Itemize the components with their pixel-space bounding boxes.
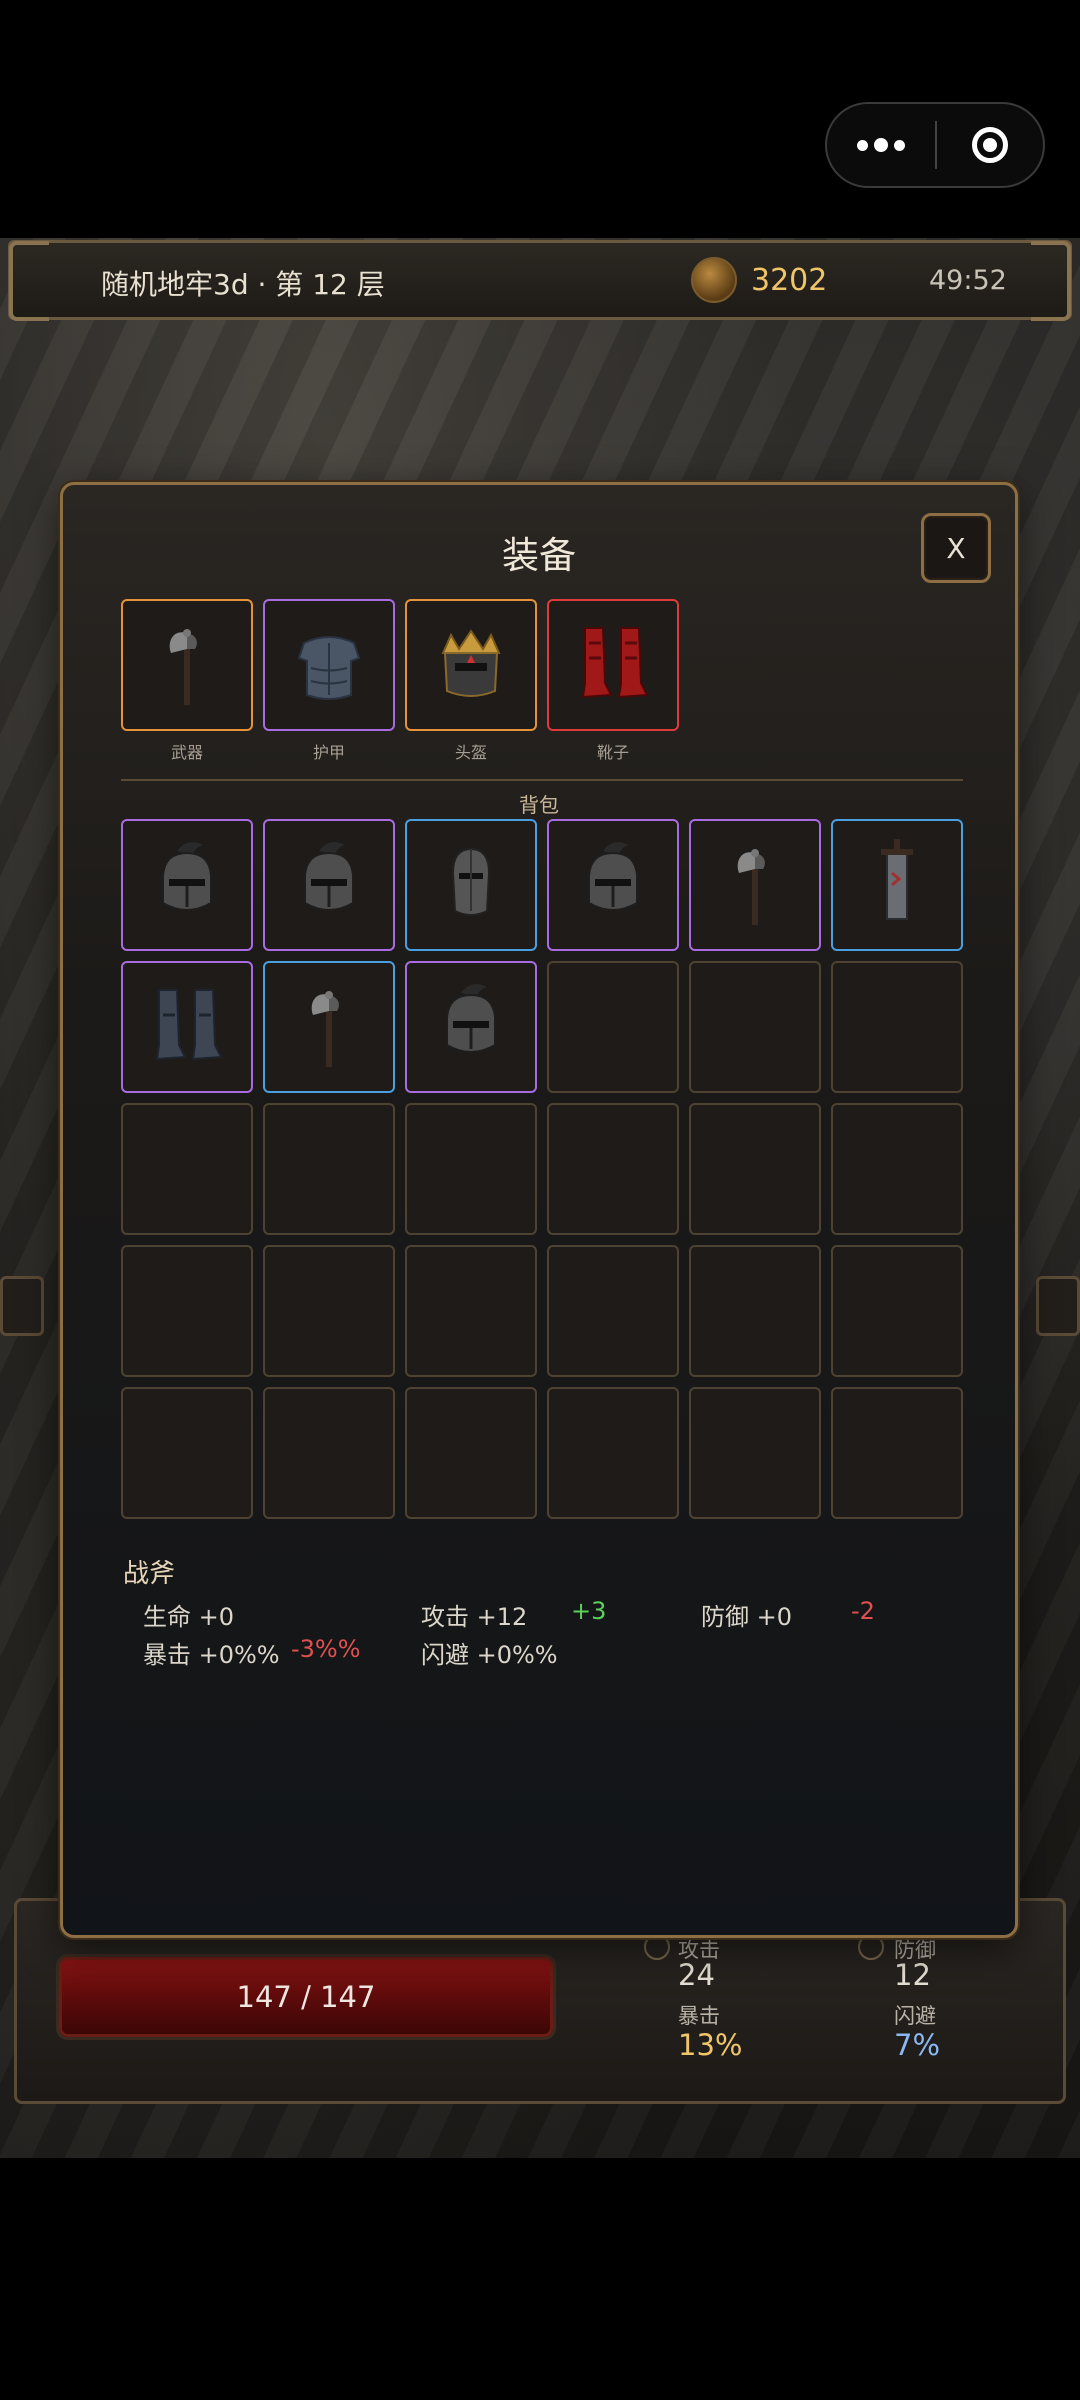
dot-icon xyxy=(857,139,868,151)
backpack-slot-empty[interactable] xyxy=(831,1103,963,1235)
crit-value: 13% xyxy=(678,2028,743,2062)
armor-icon xyxy=(279,613,379,717)
axe-icon xyxy=(137,613,237,717)
item-name: 战斧 xyxy=(123,1559,176,1589)
frame-corner xyxy=(9,241,49,321)
stat-defense-delta: -2 xyxy=(851,1597,875,1625)
dodge-value: 7% xyxy=(894,2028,941,2062)
stat-crit: 暴击 +0%% xyxy=(143,1641,280,1669)
equipped-slot-label: 武器 xyxy=(170,743,203,762)
stat-attack-delta: +3 xyxy=(571,1597,607,1625)
equipped-slot[interactable] xyxy=(405,599,537,731)
miniprogram-capsule xyxy=(825,102,1045,188)
steel-boots-icon xyxy=(137,975,237,1079)
sword-icon xyxy=(847,833,947,937)
backpack-slot-empty[interactable] xyxy=(547,1245,679,1377)
hp-bar: 147 / 147 xyxy=(56,1954,556,2040)
timer: 49:52 xyxy=(929,265,1007,296)
backpack-slot-empty[interactable] xyxy=(689,1387,821,1519)
backpack-slot-empty[interactable] xyxy=(405,1103,537,1235)
backpack-slot-empty[interactable] xyxy=(689,1245,821,1377)
backpack-item[interactable] xyxy=(547,819,679,951)
plumed-helmet-icon xyxy=(421,975,521,1079)
plumed-helmet-icon xyxy=(563,833,663,937)
backpack-slot-empty[interactable] xyxy=(263,1245,395,1377)
stat-crit-delta: -3%% xyxy=(291,1635,361,1663)
defense-value: 12 xyxy=(894,1958,931,1992)
equipped-slot[interactable] xyxy=(121,599,253,731)
backpack-item[interactable] xyxy=(263,819,395,951)
backpack-slot-empty[interactable] xyxy=(831,1245,963,1377)
backpack-item[interactable] xyxy=(831,819,963,951)
knight-helmet-icon xyxy=(421,833,521,937)
more-menu-button[interactable] xyxy=(827,104,935,186)
hp-text: 147 / 147 xyxy=(236,1980,376,2014)
stat-dodge: 闪避 +0%% xyxy=(421,1641,558,1669)
backpack-slot-empty[interactable] xyxy=(405,1387,537,1519)
frame-ornament xyxy=(1036,1276,1080,1336)
backpack-item[interactable] xyxy=(689,819,821,951)
axe-icon xyxy=(705,833,805,937)
backpack-item[interactable] xyxy=(121,961,253,1093)
red-boots-icon xyxy=(563,613,663,717)
modal-title: 装备 xyxy=(502,534,576,577)
stat-attack: 攻击 +12 xyxy=(421,1603,528,1631)
axe-icon xyxy=(279,975,379,1079)
gold-amount: 3202 xyxy=(751,263,828,298)
equipment-modal: 装备 X 武器 护甲 头盔 靴子 背包 战斧 生命 +0 攻击 +12 +3 防御 +… xyxy=(60,482,1018,1938)
backpack-slot-empty[interactable] xyxy=(547,961,679,1093)
equipped-slot-label: 头盔 xyxy=(454,743,487,762)
target-icon xyxy=(972,127,1008,163)
backpack-item[interactable] xyxy=(121,819,253,951)
gold-coin-icon xyxy=(691,257,737,303)
dot-icon xyxy=(894,139,905,151)
backpack-item[interactable] xyxy=(405,819,537,951)
backpack-slot-empty[interactable] xyxy=(547,1103,679,1235)
backpack-slot-empty[interactable] xyxy=(121,1387,253,1519)
backpack-slot-empty[interactable] xyxy=(831,961,963,1093)
dodge-label: 闪避 xyxy=(894,2004,936,2028)
section-divider xyxy=(121,779,963,781)
crit-label: 暴击 xyxy=(678,2004,720,2028)
frame-corner xyxy=(1031,241,1071,321)
stat-hp: 生命 +0 xyxy=(143,1603,235,1631)
backpack-slot-empty[interactable] xyxy=(121,1245,253,1377)
plumed-helmet-icon xyxy=(137,833,237,937)
backpack-slot-empty[interactable] xyxy=(121,1103,253,1235)
close-button[interactable]: X xyxy=(921,513,991,583)
crown-helmet-icon xyxy=(421,613,521,717)
backpack-item[interactable] xyxy=(263,961,395,1093)
frame-ornament xyxy=(0,1276,44,1336)
backpack-slot-empty[interactable] xyxy=(831,1387,963,1519)
attack-value: 24 xyxy=(678,1958,715,1992)
plumed-helmet-icon xyxy=(279,833,379,937)
backpack-slot-empty[interactable] xyxy=(689,961,821,1093)
backpack-label: 背包 xyxy=(519,793,559,817)
backpack-slot-empty[interactable] xyxy=(263,1103,395,1235)
dot-icon xyxy=(874,138,888,152)
backpack-slot-empty[interactable] xyxy=(405,1245,537,1377)
stat-defense: 防御 +0 xyxy=(701,1603,793,1631)
dungeon-title: 随机地牢3d · 第 12 层 xyxy=(101,268,385,301)
equipped-slot-label: 护甲 xyxy=(312,743,345,762)
top-status-bar: 随机地牢3d · 第 12 层 3202 49:52 xyxy=(8,240,1072,321)
equipped-slot[interactable] xyxy=(263,599,395,731)
equipped-slot[interactable] xyxy=(547,599,679,731)
backpack-slot-empty[interactable] xyxy=(263,1387,395,1519)
close-miniprogram-button[interactable] xyxy=(937,127,1043,163)
backpack-item[interactable] xyxy=(405,961,537,1093)
backpack-slot-empty[interactable] xyxy=(547,1387,679,1519)
equipped-slot-label: 靴子 xyxy=(596,743,629,762)
backpack-slot-empty[interactable] xyxy=(689,1103,821,1235)
